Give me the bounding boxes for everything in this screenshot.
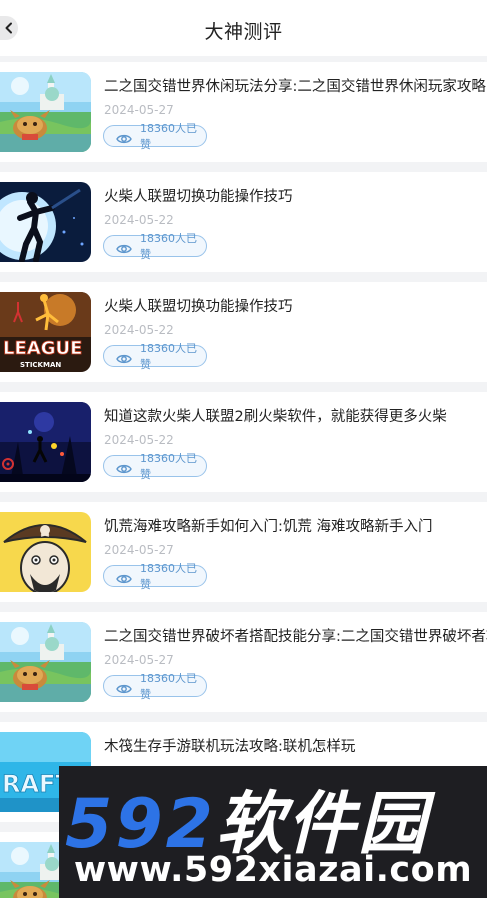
- likes-count: 18360人已赞: [140, 672, 197, 701]
- likes-badge[interactable]: 18360人已赞: [103, 672, 207, 701]
- article-thumbnail[interactable]: [0, 402, 91, 482]
- watermark-url: www.592xiazai.com: [73, 850, 473, 890]
- eye-icon: [116, 680, 132, 694]
- article-title[interactable]: 二之国交错世界休闲玩法分享:二之国交错世界休闲玩家攻略: [104, 75, 487, 96]
- article-thumbnail[interactable]: [0, 72, 91, 152]
- article-date: 2024-05-27: [104, 543, 174, 557]
- likes-count: 18360人已赞: [140, 452, 197, 481]
- article-thumbnail[interactable]: [0, 512, 91, 592]
- article-list-item[interactable]: 知道这款火柴人联盟2刷火柴软件，就能获得更多火柴 2024-05-22 18360人…: [0, 392, 487, 492]
- article-title[interactable]: 火柴人联盟切换功能操作技巧: [104, 295, 487, 316]
- article-thumbnail[interactable]: [0, 622, 91, 702]
- likes-count: 18360人已赞: [140, 342, 197, 371]
- article-list-item[interactable]: 饥荒海难攻略新手如何入门:饥荒 海难攻略新手入门 2024-05-27 18360人…: [0, 502, 487, 602]
- likes-count: 18360人已赞: [140, 122, 197, 151]
- watermark-banner: 592软件园 www.592xiazai.com: [59, 766, 487, 898]
- likes-badge[interactable]: 18360人已赞: [103, 342, 207, 371]
- article-list-item[interactable]: 火柴人联盟切换功能操作技巧 2024-05-22 18360人已赞: [0, 172, 487, 272]
- eye-icon: [116, 570, 132, 584]
- likes-badge[interactable]: 18360人已赞: [103, 232, 207, 261]
- eye-icon: [116, 240, 132, 254]
- article-list-item[interactable]: 二之国交错世界休闲玩法分享:二之国交错世界休闲玩家攻略 2024-05-27 183…: [0, 62, 487, 162]
- likes-count: 18360人已赞: [140, 232, 197, 261]
- article-title[interactable]: 火柴人联盟切换功能操作技巧: [104, 185, 487, 206]
- article-date: 2024-05-22: [104, 433, 174, 447]
- article-date: 2024-05-22: [104, 213, 174, 227]
- article-title[interactable]: 知道这款火柴人联盟2刷火柴软件，就能获得更多火柴: [104, 405, 487, 426]
- likes-badge[interactable]: 18360人已赞: [103, 122, 207, 151]
- svg-text:LEAGUE: LEAGUE: [3, 338, 82, 359]
- eye-icon: [116, 460, 132, 474]
- article-title[interactable]: 饥荒海难攻略新手如何入门:饥荒 海难攻略新手入门: [104, 515, 487, 536]
- eye-icon: [116, 350, 132, 364]
- header-bar: 大神测评: [0, 0, 487, 56]
- page-title: 大神测评: [204, 21, 283, 43]
- article-date: 2024-05-27: [104, 103, 174, 117]
- article-thumbnail[interactable]: LEAGUE STICKMAN: [0, 292, 91, 372]
- svg-text:STICKMAN: STICKMAN: [20, 361, 61, 369]
- likes-badge[interactable]: 18360人已赞: [103, 452, 207, 481]
- article-title[interactable]: 二之国交错世界破坏者搭配技能分享:二之国交错世界破坏者攻略: [104, 625, 487, 646]
- likes-badge[interactable]: 18360人已赞: [103, 562, 207, 591]
- article-date: 2024-05-27: [104, 653, 174, 667]
- article-thumbnail[interactable]: [0, 182, 91, 262]
- article-title[interactable]: 木筏生存手游联机玩法攻略:联机怎样玩: [104, 735, 487, 756]
- article-list-item[interactable]: LEAGUE STICKMAN 火柴人联盟切换功能操作技巧 2024-05-22 183…: [0, 282, 487, 382]
- likes-count: 18360人已赞: [140, 562, 197, 591]
- eye-icon: [116, 130, 132, 144]
- article-date: 2024-05-22: [104, 323, 174, 337]
- article-list-item[interactable]: 二之国交错世界破坏者搭配技能分享:二之国交错世界破坏者攻略 2024-05-27 1…: [0, 612, 487, 712]
